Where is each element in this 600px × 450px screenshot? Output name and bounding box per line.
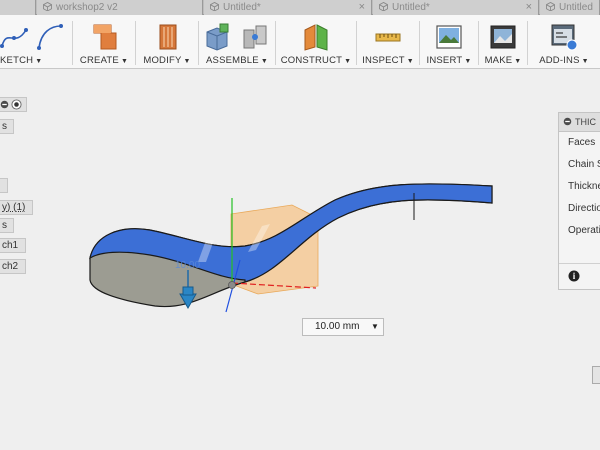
tab-title: Untitled* [392, 2, 430, 13]
info-icon[interactable]: i [568, 270, 580, 282]
ok-button[interactable] [592, 366, 600, 384]
make-caret-icon: ▼ [514, 58, 522, 65]
create-menu[interactable]: CREATE ▼ [73, 15, 135, 69]
tab-close-icon[interactable]: × [526, 0, 532, 15]
operation-row[interactable]: Operati [559, 220, 600, 242]
assemble-menu[interactable]: ASSEMBLE ▼ [199, 15, 275, 69]
tab-previous[interactable] [0, 0, 36, 15]
viewport-dimension-label: 10.00 [175, 260, 200, 271]
3d-viewport[interactable]: 10.00 [0, 70, 600, 450]
document-cube-icon [210, 2, 219, 11]
tab-untitled-2[interactable]: Untitled* × [373, 0, 539, 15]
tab-untitled-1[interactable]: Untitled* × [204, 0, 372, 15]
create-label: CREATE [79, 55, 119, 66]
tab-workshop2[interactable]: workshop2 v2 [37, 0, 203, 15]
tab-title: Untitled* [223, 2, 261, 13]
thickness-row[interactable]: Thickne [559, 176, 600, 198]
assemble-joint-icon[interactable] [240, 22, 270, 52]
chain-selection-row[interactable]: Chain S [559, 154, 600, 176]
sketch-arc-icon[interactable] [35, 22, 65, 52]
sketch-menu[interactable]: KETCH ▼ [0, 15, 72, 69]
inspect-measure-icon[interactable] [373, 22, 403, 52]
add-ins-label: ADD-INS [539, 55, 580, 66]
modify-caret-icon: ▼ [183, 58, 191, 65]
construct-label: CONSTRUCT [280, 55, 343, 66]
inspect-label: INSPECT [362, 55, 405, 66]
modify-press-pull-icon[interactable] [152, 22, 182, 52]
insert-menu[interactable]: INSERT ▼ [420, 15, 478, 69]
assemble-label: ASSEMBLE [206, 55, 259, 66]
add-ins-caret-icon: ▼ [581, 58, 589, 65]
create-caret-icon: ▼ [120, 58, 129, 65]
thicken-dialog: THIC Faces Chain S Thickne Directio Oper… [558, 112, 600, 290]
document-tab-bar: workshop2 v2 Untitled* × Untitled* × Unt… [0, 0, 600, 15]
modify-label: MODIFY [143, 55, 182, 66]
construct-menu[interactable]: CONSTRUCT ▼ [276, 15, 356, 69]
insert-caret-icon: ▼ [464, 58, 472, 65]
insert-label: INSERT [426, 55, 463, 66]
thicken-dialog-footer: i [559, 263, 600, 289]
make-label: MAKE [484, 55, 513, 66]
modify-menu[interactable]: MODIFY ▼ [136, 15, 198, 69]
direction-row[interactable]: Directio [559, 198, 600, 220]
create-extrude-icon[interactable] [89, 22, 119, 52]
thickness-value[interactable]: 10.00 mm [315, 319, 359, 335]
collapse-icon[interactable] [563, 117, 572, 126]
tab-close-icon[interactable]: × [359, 0, 365, 15]
faces-row[interactable]: Faces [559, 132, 600, 154]
insert-image-icon[interactable] [434, 22, 464, 52]
inspect-caret-icon: ▼ [406, 58, 414, 65]
thickness-input[interactable]: 10.00 mm ▼ [302, 318, 384, 336]
document-cube-icon [379, 2, 388, 11]
units-dropdown-icon[interactable]: ▼ [369, 319, 381, 335]
sketch-caret-icon: ▼ [35, 58, 43, 65]
construct-caret-icon: ▼ [344, 58, 352, 65]
thicken-dialog-header[interactable]: THIC [559, 113, 600, 132]
tab-untitled-3[interactable]: Untitled [540, 0, 600, 15]
add-ins-scripts-icon[interactable] [549, 22, 579, 52]
document-cube-icon [546, 2, 555, 11]
sketch-spline-icon[interactable] [0, 22, 29, 52]
make-3d-print-icon[interactable] [488, 22, 518, 52]
inspect-menu[interactable]: INSPECT ▼ [357, 15, 419, 69]
assemble-caret-icon: ▼ [260, 58, 268, 65]
add-ins-menu[interactable]: ADD-INS ▼ [528, 15, 600, 69]
main-toolbar: KETCH ▼ CREATE ▼ MODIFY ▼ ASSEMBLE ▼ CON… [0, 15, 600, 69]
document-cube-icon [43, 2, 52, 11]
origin-point[interactable] [228, 281, 236, 289]
tab-title: workshop2 v2 [56, 2, 118, 13]
tab-title: Untitled [559, 2, 593, 13]
thicken-title: THIC [575, 117, 596, 127]
assemble-component-icon[interactable] [204, 22, 234, 52]
make-menu[interactable]: MAKE ▼ [479, 15, 527, 69]
sketch-label: KETCH [0, 55, 34, 66]
construct-plane-icon[interactable] [301, 22, 331, 52]
